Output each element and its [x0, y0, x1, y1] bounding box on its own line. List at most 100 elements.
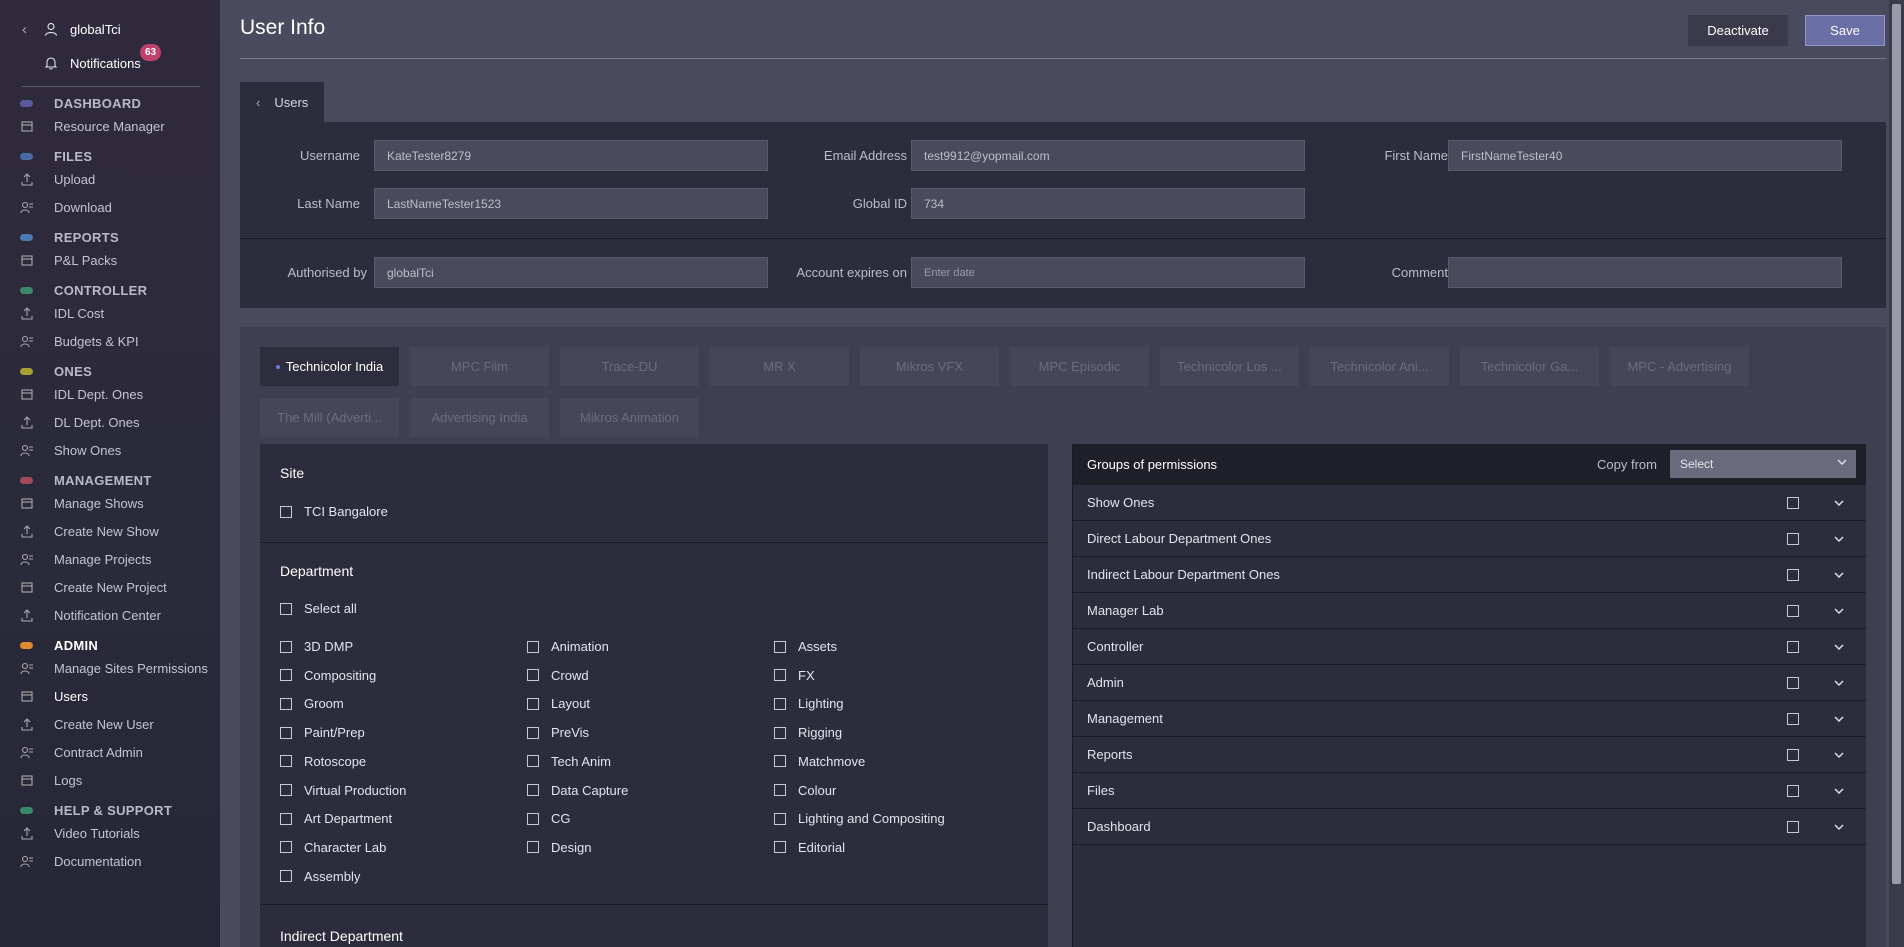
- sidebar-item-logs[interactable]: Logs: [0, 766, 220, 794]
- sidebar-header-reports[interactable]: REPORTS: [0, 228, 220, 246]
- permission-group-dashboard[interactable]: Dashboard: [1073, 809, 1866, 845]
- sidebar-header-controller[interactable]: CONTROLLER: [0, 281, 220, 299]
- department-checkbox-colour[interactable]: Colour: [774, 783, 836, 798]
- department-checkbox-3d-dmp[interactable]: 3D DMP: [280, 639, 353, 654]
- site-tab-technicolor-los[interactable]: Technicolor Los ...: [1160, 347, 1299, 386]
- chevron-down-icon[interactable]: [1833, 533, 1845, 548]
- chevron-down-icon[interactable]: [1833, 497, 1845, 512]
- sidebar-header-files[interactable]: FILES: [0, 147, 220, 165]
- department-select-all[interactable]: Select all: [280, 601, 357, 616]
- department-checkbox-layout[interactable]: Layout: [527, 696, 590, 711]
- department-checkbox-virtual-production[interactable]: Virtual Production: [280, 783, 406, 798]
- department-checkbox-data-capture[interactable]: Data Capture: [527, 783, 628, 798]
- checkbox-icon[interactable]: [1787, 532, 1799, 545]
- sidebar-item-idl-cost[interactable]: IDL Cost: [0, 299, 220, 327]
- sidebar-header-help-support[interactable]: HELP & SUPPORT: [0, 801, 220, 819]
- chevron-left-icon[interactable]: ‹: [22, 21, 44, 38]
- permission-group-direct-labour-department-ones[interactable]: Direct Labour Department Ones: [1073, 521, 1866, 557]
- permission-group-indirect-labour-department-ones[interactable]: Indirect Labour Department Ones: [1073, 557, 1866, 593]
- sidebar-item-video-tutorials[interactable]: Video Tutorials: [0, 819, 220, 847]
- permission-group-reports[interactable]: Reports: [1073, 737, 1866, 773]
- site-tab-technicolor-ani[interactable]: Technicolor Ani...: [1310, 347, 1449, 386]
- department-checkbox-rotoscope[interactable]: Rotoscope: [280, 754, 366, 769]
- notifications-link[interactable]: Notifications 63: [22, 44, 220, 74]
- chevron-down-icon[interactable]: [1833, 605, 1845, 620]
- sidebar-item-p-l-packs[interactable]: P&L Packs: [0, 246, 220, 274]
- sidebar-item-idl-dept-ones[interactable]: IDL Dept. Ones: [0, 380, 220, 408]
- site-tab-trace-du[interactable]: Trace-DU: [560, 347, 699, 386]
- department-checkbox-paint-prep[interactable]: Paint/Prep: [280, 725, 365, 740]
- department-checkbox-art-department[interactable]: Art Department: [280, 811, 392, 826]
- department-checkbox-compositing[interactable]: Compositing: [280, 668, 376, 683]
- department-checkbox-fx[interactable]: FX: [774, 668, 815, 683]
- sidebar-item-documentation[interactable]: Documentation: [0, 847, 220, 875]
- site-tab-mpc-episodic[interactable]: MPC Episodic: [1010, 347, 1149, 386]
- sidebar-item-manage-projects[interactable]: Manage Projects: [0, 545, 220, 573]
- sidebar-item-manage-sites-permissions[interactable]: Manage Sites Permissions: [0, 654, 220, 682]
- checkbox-icon[interactable]: [1787, 568, 1799, 581]
- site-tab-technicolor-ga[interactable]: Technicolor Ga...: [1460, 347, 1599, 386]
- sidebar-item-dl-dept-ones[interactable]: DL Dept. Ones: [0, 408, 220, 436]
- department-checkbox-design[interactable]: Design: [527, 840, 591, 855]
- department-checkbox-character-lab[interactable]: Character Lab: [280, 840, 386, 855]
- chevron-down-icon[interactable]: [1833, 713, 1845, 728]
- permission-group-admin[interactable]: Admin: [1073, 665, 1866, 701]
- department-checkbox-matchmove[interactable]: Matchmove: [774, 754, 865, 769]
- save-button[interactable]: Save: [1805, 15, 1885, 46]
- permission-group-files[interactable]: Files: [1073, 773, 1866, 809]
- sidebar-item-users[interactable]: Users: [0, 682, 220, 710]
- sidebar-item-contract-admin[interactable]: Contract Admin: [0, 738, 220, 766]
- chevron-down-icon[interactable]: [1833, 641, 1845, 656]
- chevron-down-icon[interactable]: [1833, 569, 1845, 584]
- sidebar-header-ones[interactable]: ONES: [0, 362, 220, 380]
- comment-input[interactable]: [1448, 257, 1842, 288]
- sidebar-item-create-new-show[interactable]: Create New Show: [0, 517, 220, 545]
- copy-from-select[interactable]: Select: [1670, 450, 1856, 478]
- first-name-input[interactable]: FirstNameTester40: [1448, 140, 1842, 171]
- sidebar-item-notification-center[interactable]: Notification Center: [0, 601, 220, 629]
- department-checkbox-cg[interactable]: CG: [527, 811, 571, 826]
- department-checkbox-editorial[interactable]: Editorial: [774, 840, 845, 855]
- department-checkbox-rigging[interactable]: Rigging: [774, 725, 842, 740]
- page-scrollbar[interactable]: [1889, 0, 1904, 947]
- site-tab-mikros-vfx[interactable]: Mikros VFX: [860, 347, 999, 386]
- permission-group-management[interactable]: Management: [1073, 701, 1866, 737]
- department-checkbox-animation[interactable]: Animation: [527, 639, 609, 654]
- sidebar-item-create-new-user[interactable]: Create New User: [0, 710, 220, 738]
- checkbox-icon[interactable]: [1787, 712, 1799, 725]
- user-menu[interactable]: ‹ globalTci: [22, 18, 220, 40]
- chevron-down-icon[interactable]: [1833, 749, 1845, 764]
- sidebar-header-dashboard[interactable]: DASHBOARD: [0, 94, 220, 112]
- department-checkbox-groom[interactable]: Groom: [280, 696, 344, 711]
- sidebar-item-upload[interactable]: Upload: [0, 165, 220, 193]
- sidebar-item-download[interactable]: Download: [0, 193, 220, 221]
- permission-group-show-ones[interactable]: Show Ones: [1073, 485, 1866, 521]
- permission-group-manager-lab[interactable]: Manager Lab: [1073, 593, 1866, 629]
- global-id-input[interactable]: 734: [911, 188, 1305, 219]
- chevron-down-icon[interactable]: [1833, 677, 1845, 692]
- checkbox-icon[interactable]: [1787, 676, 1799, 689]
- department-checkbox-assets[interactable]: Assets: [774, 639, 837, 654]
- users-back-tab[interactable]: ‹ Users: [240, 82, 324, 122]
- site-tab-mpc-advertising[interactable]: MPC - Advertising: [1610, 347, 1749, 386]
- site-checkbox-tci-bangalore[interactable]: TCI Bangalore: [280, 504, 388, 519]
- chevron-down-icon[interactable]: [1833, 821, 1845, 836]
- sidebar-item-show-ones[interactable]: Show Ones: [0, 436, 220, 464]
- checkbox-icon[interactable]: [1787, 604, 1799, 617]
- site-tab-mikros-animation[interactable]: Mikros Animation: [560, 398, 699, 437]
- department-checkbox-previs[interactable]: PreVis: [527, 725, 589, 740]
- permission-group-controller[interactable]: Controller: [1073, 629, 1866, 665]
- department-checkbox-lighting-and-compositing[interactable]: Lighting and Compositing: [774, 811, 945, 826]
- scrollbar-thumb[interactable]: [1892, 4, 1901, 884]
- department-checkbox-lighting[interactable]: Lighting: [774, 696, 844, 711]
- site-tab-technicolor-india[interactable]: Technicolor India: [260, 347, 399, 386]
- sidebar-item-create-new-project[interactable]: Create New Project: [0, 573, 220, 601]
- sidebar-item-budgets-kpi[interactable]: Budgets & KPI: [0, 327, 220, 355]
- department-checkbox-crowd[interactable]: Crowd: [527, 668, 589, 683]
- site-tab-advertising-india[interactable]: Advertising India: [410, 398, 549, 437]
- checkbox-icon[interactable]: [1787, 640, 1799, 653]
- checkbox-icon[interactable]: [1787, 820, 1799, 833]
- checkbox-icon[interactable]: [1787, 784, 1799, 797]
- sidebar-item-resource-manager[interactable]: Resource Manager: [0, 112, 220, 140]
- sidebar-item-manage-shows[interactable]: Manage Shows: [0, 489, 220, 517]
